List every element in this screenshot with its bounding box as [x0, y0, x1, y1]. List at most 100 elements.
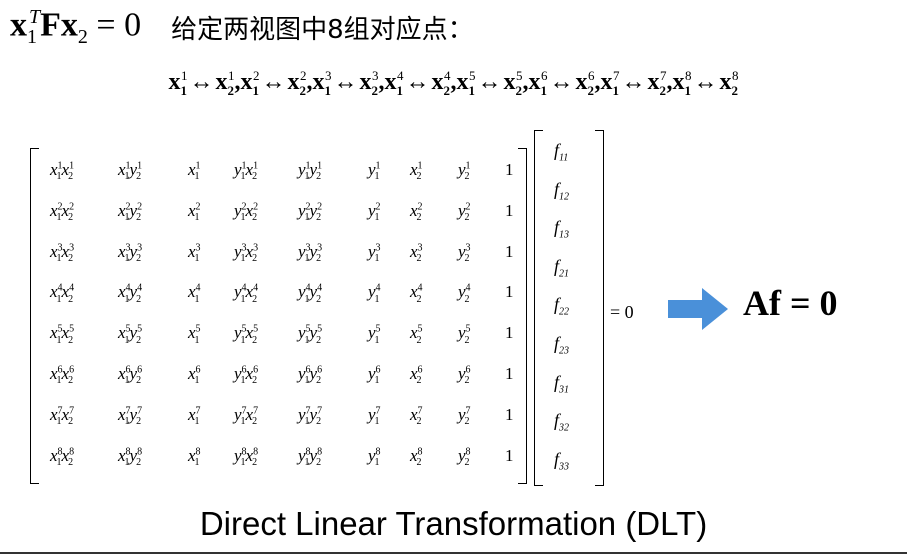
matrix-a-cell: x11x12 [50, 160, 75, 183]
slide-caption: Direct Linear Transformation (DLT) [199, 505, 708, 542]
matrix-a-cell: y51 [368, 323, 381, 346]
vector-f-entry: f21 [554, 255, 570, 280]
vector-f-entries: f11 f12 f13 f21 f22 f23 f31 f32 f33 [554, 140, 569, 487]
point-view2: x28 [719, 68, 739, 98]
correspondence-pair: x12↔x22, [241, 68, 313, 99]
matrix-a-cell: y81y82 [298, 445, 323, 468]
matrix-a-cell: y71y72 [298, 404, 323, 428]
matrix-a-cell: y51x52 [234, 323, 259, 346]
matrix-a-row: x71x72 x71y72 x71 y71x72 y71y72 y71 x72 y72 1 [50, 397, 520, 438]
point-view1: x11 [168, 68, 188, 98]
point-view1: x14 [384, 68, 404, 98]
vector-f-left-bracket [534, 130, 543, 486]
matrix-a-cell: x72 [410, 404, 423, 428]
vector-f-right-bracket [595, 130, 604, 486]
epipolar-constraint-equation: x1TFx2 = 0 [10, 6, 142, 49]
result-equation: Af = 0 [743, 283, 838, 323]
matrix-a-cell: y61x62 [234, 363, 259, 387]
matrix-a-cell: x22 [410, 200, 423, 224]
vector-f-entry: f22 [554, 294, 570, 318]
right-arrow-icon [668, 286, 730, 337]
matrix-a-cell: x81 [188, 445, 201, 468]
point-view1: x17 [600, 68, 620, 98]
matrix-a-cell: x41y42 [118, 282, 143, 305]
matrix-a-cell: y71 [368, 404, 381, 428]
matrix-a-cell: x31 [188, 241, 201, 264]
point-view1: x18 [672, 68, 692, 98]
equals-zero: = 0 [610, 302, 634, 322]
header-line: x1TFx2 = 0 给定两视图中8组对应点： [10, 6, 474, 54]
point-view2: x24 [431, 68, 451, 98]
matrix-a-cell: x51 [188, 323, 201, 346]
matrix-a-cell: 1 [505, 363, 514, 383]
matrix-a-cell: x42 [410, 282, 423, 305]
matrix-a-cell: y72 [458, 404, 471, 428]
vector-f-entry: f31 [554, 371, 570, 396]
matrix-a-cell: y11 [368, 160, 381, 183]
matrix-a-cell: x41 [188, 282, 201, 305]
matrix-a-cell: x41x42 [50, 282, 75, 305]
correspondence-pair: x13↔x23, [313, 68, 385, 99]
point-view1: x16 [528, 68, 548, 98]
matrix-a-row: x11x12 x11y12 x11 y11x12 y11y12 y11 x12 y12 1 [50, 152, 520, 193]
matrix-a-cell: y61 [368, 363, 381, 387]
matrix-a-cell: y81 [368, 445, 381, 468]
matrix-a-row: x31x32 x31y32 x31 y31x32 y31y32 y31 x32 y32 1 [50, 234, 520, 275]
bottom-rule [0, 552, 907, 554]
matrix-a-cell: x21 [188, 200, 201, 224]
correspondence-arrow: ↔ [333, 69, 358, 95]
matrix-a: x11x12 x11y12 x11 y11x12 y11y12 y11 x12 y12 1 x21… [30, 148, 527, 484]
matrix-a-cell: x21y22 [118, 200, 143, 224]
correspondence-arrow: ↔ [189, 69, 214, 95]
matrix-a-cell: x11 [188, 160, 201, 183]
matrix-a-cell: x12 [410, 160, 423, 183]
matrix-a-cell: y41 [368, 282, 381, 305]
matrix-a-cell: x82 [410, 445, 423, 468]
correspondence-list: x11↔x21,x12↔x22,x13↔x23,x14↔x24,x15↔x25,… [0, 68, 907, 99]
point-view2: x22 [287, 68, 307, 98]
matrix-a-cell: y21y22 [298, 200, 323, 224]
matrix-a-cell: x32 [410, 241, 423, 264]
matrix-a-cell: y11y12 [298, 160, 323, 183]
matrix-a-cell: y12 [458, 160, 471, 183]
matrix-a-cell: y31x32 [234, 241, 259, 264]
matrix-a-cell: y51y52 [298, 323, 323, 346]
correspondence-pair: x15↔x25, [457, 68, 529, 99]
correspondence-arrow: ↔ [621, 69, 646, 95]
point-view2: x23 [359, 68, 379, 98]
matrix-a-cell: x71x72 [50, 404, 75, 428]
correspondence-pair: x17↔x27, [601, 68, 673, 99]
correspondence-arrow: ↔ [477, 69, 502, 95]
matrix-a-cell: 1 [505, 241, 514, 261]
matrix-a-cell: 1 [505, 282, 514, 302]
matrix-a-cell: x62 [410, 363, 423, 387]
point-view2: x26 [575, 68, 595, 98]
matrix-a-cell: x21x22 [50, 200, 75, 224]
matrix-a-left-bracket [30, 148, 39, 484]
matrix-a-cell: y52 [458, 323, 471, 346]
point-view2: x27 [647, 68, 667, 98]
matrix-a-cell: y41x42 [234, 282, 259, 305]
matrix-a-cell: y42 [458, 282, 471, 305]
matrix-a-row: x61x62 x61y62 x61 y61x62 y61y62 y61 x62 y62 1 [50, 356, 520, 397]
matrix-a-cell: y31y32 [298, 241, 323, 264]
matrix-a-cell: y22 [458, 200, 471, 224]
vector-f-entry: f23 [554, 332, 570, 357]
matrix-a-cell: y11x12 [234, 160, 259, 183]
point-view2: x21 [215, 68, 235, 98]
matrix-a-row: x51x52 x51y52 x51 y51x52 y51y52 y51 x52 y52 1 [50, 315, 520, 356]
matrix-a-cell: y62 [458, 363, 471, 387]
matrix-a-cell: y21 [368, 200, 381, 224]
matrix-a-cell: x52 [410, 323, 423, 346]
matrix-a-cell: x51y52 [118, 323, 143, 346]
matrix-a-cell: y31 [368, 241, 381, 264]
point-view1: x12 [240, 68, 260, 98]
correspondence-arrow: ↔ [693, 69, 718, 95]
matrix-a-cell: x11y12 [118, 160, 143, 183]
matrix-a-cell: x71 [188, 404, 201, 428]
matrix-a-cell: 1 [505, 160, 514, 179]
matrix-a-cell: x81y82 [118, 445, 143, 468]
matrix-a-cell: x71y72 [118, 404, 143, 428]
matrix-a-rows: x11x12 x11y12 x11 y11x12 y11y12 y11 x12 y12 1 x21… [50, 152, 520, 478]
matrix-a-cell: y21x22 [234, 200, 259, 224]
